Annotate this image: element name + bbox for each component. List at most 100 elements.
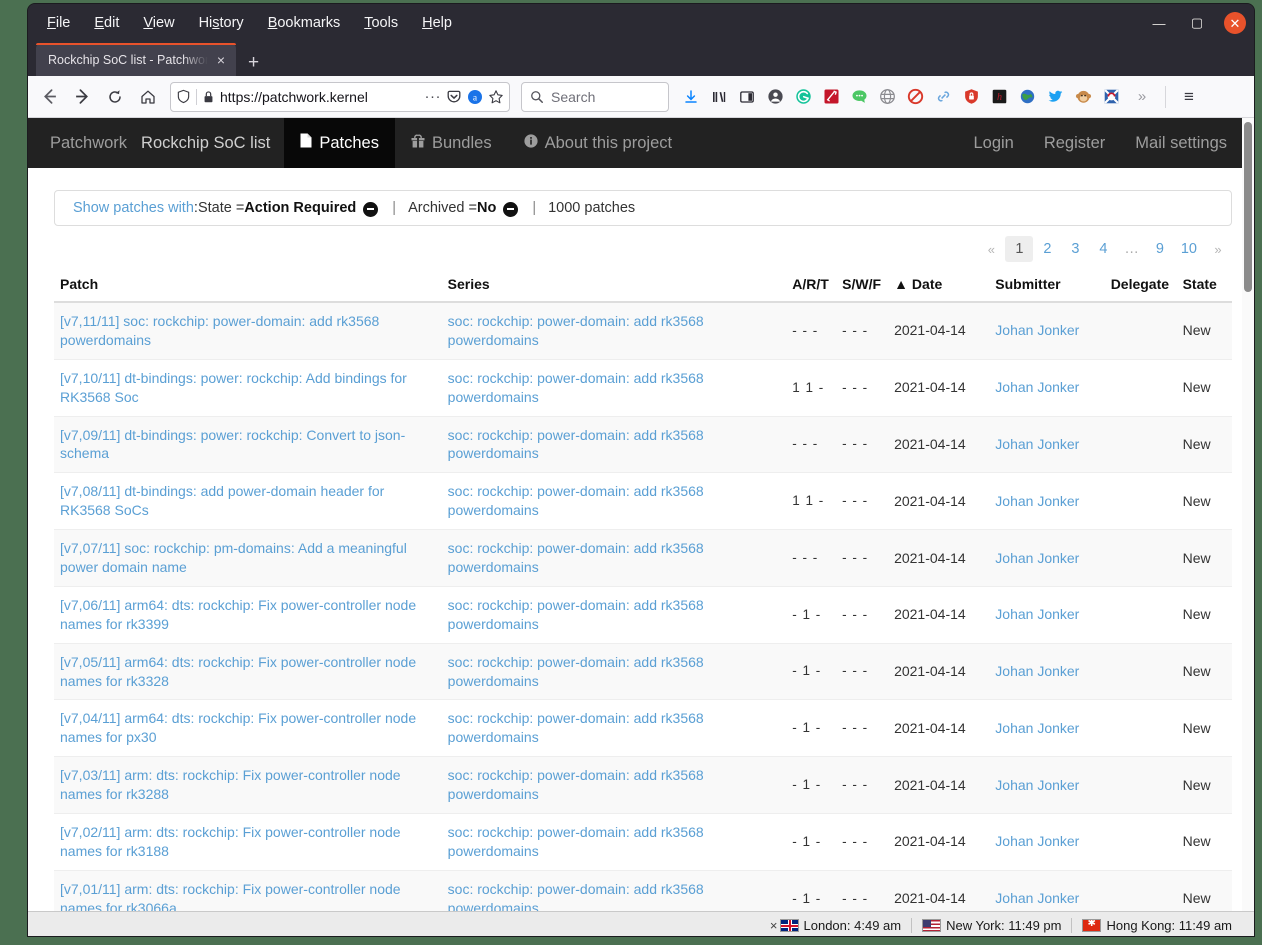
header-state[interactable]: State — [1176, 270, 1232, 303]
tab-close-icon[interactable]: × — [214, 53, 228, 67]
grammarly-icon[interactable] — [790, 84, 816, 110]
header-delegate[interactable]: Delegate — [1104, 270, 1177, 303]
header-submitter[interactable]: Submitter — [989, 270, 1105, 303]
series-link[interactable]: soc: rockchip: power-domain: add rk3568 … — [448, 597, 704, 632]
menu-view[interactable]: View — [132, 11, 185, 35]
patch-link[interactable]: [v7,11/11] soc: rockchip: power-domain: … — [60, 313, 379, 348]
star-icon[interactable] — [488, 89, 504, 105]
header-date[interactable]: ▲ Date — [888, 270, 990, 303]
patch-link[interactable]: [v7,03/11] arm: dts: rockchip: Fix power… — [60, 767, 401, 802]
page-10[interactable]: 10 — [1174, 236, 1204, 262]
library-icon[interactable] — [706, 84, 732, 110]
register-link[interactable]: Register — [1029, 118, 1120, 168]
series-link[interactable]: soc: rockchip: power-domain: add rk3568 … — [448, 427, 704, 462]
mail-settings-link[interactable]: Mail settings — [1120, 118, 1242, 168]
clock-london[interactable]: London: 4:49 am — [779, 918, 912, 933]
url-text[interactable]: https://patchwork.kernel — [220, 89, 420, 105]
submitter-link[interactable]: Johan Jonker — [995, 322, 1079, 338]
menu-tools[interactable]: Tools — [353, 11, 409, 35]
home-icon[interactable] — [133, 82, 163, 112]
page-next[interactable]: » — [1204, 236, 1232, 262]
world-icon[interactable] — [1014, 84, 1040, 110]
hypothesis-icon[interactable]: h — [986, 84, 1012, 110]
pocket-icon[interactable] — [446, 89, 462, 105]
submitter-link[interactable]: Johan Jonker — [995, 379, 1079, 395]
menu-bookmarks[interactable]: Bookmarks — [257, 11, 352, 35]
page-9[interactable]: 9 — [1146, 236, 1174, 262]
sidebar-icon[interactable] — [734, 84, 760, 110]
patch-link[interactable]: [v7,01/11] arm: dts: rockchip: Fix power… — [60, 881, 401, 911]
header-art[interactable]: A/R/T — [786, 270, 837, 303]
tab-patches[interactable]: Patches — [284, 118, 395, 168]
menu-history[interactable]: History — [188, 11, 255, 35]
patch-link[interactable]: [v7,10/11] dt-bindings: power: rockchip:… — [60, 370, 407, 405]
forward-icon[interactable] — [67, 82, 97, 112]
header-series[interactable]: Series — [441, 270, 787, 303]
page-2[interactable]: 2 — [1033, 236, 1061, 262]
url-bar[interactable]: https://patchwork.kernel ··· a — [170, 81, 510, 112]
menu-edit[interactable]: Edit — [83, 11, 130, 35]
series-link[interactable]: soc: rockchip: power-domain: add rk3568 … — [448, 540, 704, 575]
series-link[interactable]: soc: rockchip: power-domain: add rk3568 … — [448, 483, 704, 518]
container-icon[interactable]: a — [467, 89, 483, 105]
maximize-icon[interactable]: ▢ — [1186, 12, 1208, 34]
lock-icon[interactable] — [202, 90, 215, 104]
series-link[interactable]: soc: rockchip: power-domain: add rk3568 … — [448, 881, 704, 911]
shield-icon[interactable] — [176, 89, 191, 104]
blocker-icon[interactable] — [902, 84, 928, 110]
scrollbar-thumb[interactable] — [1244, 122, 1252, 292]
kiwi-icon[interactable] — [1098, 84, 1124, 110]
login-link[interactable]: Login — [958, 118, 1028, 168]
submitter-link[interactable]: Johan Jonker — [995, 550, 1079, 566]
globe-icon[interactable] — [874, 84, 900, 110]
overflow-icon[interactable]: » — [1127, 82, 1157, 112]
series-link[interactable]: soc: rockchip: power-domain: add rk3568 … — [448, 824, 704, 859]
minimize-icon[interactable]: — — [1148, 12, 1170, 34]
submitter-link[interactable]: Johan Jonker — [995, 663, 1079, 679]
patch-link[interactable]: [v7,04/11] arm64: dts: rockchip: Fix pow… — [60, 710, 416, 745]
twitter-icon[interactable] — [1042, 84, 1068, 110]
page-4[interactable]: 4 — [1089, 236, 1117, 262]
patch-link[interactable]: [v7,07/11] soc: rockchip: pm-domains: Ad… — [60, 540, 407, 575]
submitter-link[interactable]: Johan Jonker — [995, 833, 1079, 849]
series-link[interactable]: soc: rockchip: power-domain: add rk3568 … — [448, 654, 704, 689]
series-link[interactable]: soc: rockchip: power-domain: add rk3568 … — [448, 767, 704, 802]
hamburger-menu-icon[interactable]: ≡ — [1174, 82, 1204, 112]
project-link[interactable]: Rockchip SoC list — [141, 118, 284, 168]
series-link[interactable]: soc: rockchip: power-domain: add rk3568 … — [448, 710, 704, 745]
submitter-link[interactable]: Johan Jonker — [995, 436, 1079, 452]
clock-hongkong[interactable]: Hong Kong: 11:49 am — [1071, 918, 1242, 933]
submitter-link[interactable]: Johan Jonker — [995, 493, 1079, 509]
account-icon[interactable] — [762, 84, 788, 110]
menu-help[interactable]: Help — [411, 11, 463, 35]
back-icon[interactable] — [34, 82, 64, 112]
clock-newyork[interactable]: New York: 11:49 pm — [911, 918, 1071, 933]
page-1[interactable]: 1 — [1005, 236, 1034, 262]
patch-link[interactable]: [v7,06/11] arm64: dts: rockchip: Fix pow… — [60, 597, 416, 632]
remove-state-filter-icon[interactable] — [363, 201, 379, 217]
remove-archived-filter-icon[interactable] — [503, 201, 519, 217]
page-prev[interactable]: « — [977, 236, 1005, 262]
show-patches-with-link[interactable]: Show patches with — [73, 200, 194, 216]
tab-bundles[interactable]: Bundles — [395, 118, 508, 168]
link-icon[interactable] — [930, 84, 956, 110]
submitter-link[interactable]: Johan Jonker — [995, 777, 1079, 793]
monkey-icon[interactable] — [1070, 84, 1096, 110]
download-icon[interactable] — [678, 84, 704, 110]
patch-link[interactable]: [v7,05/11] arm64: dts: rockchip: Fix pow… — [60, 654, 416, 689]
reload-icon[interactable] — [100, 82, 130, 112]
series-link[interactable]: soc: rockchip: power-domain: add rk3568 … — [448, 313, 704, 348]
pocket-save-icon[interactable] — [818, 84, 844, 110]
patch-link[interactable]: [v7,09/11] dt-bindings: power: rockchip:… — [60, 427, 405, 462]
menu-file[interactable]: File — [36, 11, 81, 35]
header-patch[interactable]: Patch — [54, 270, 442, 303]
page-3[interactable]: 3 — [1061, 236, 1089, 262]
patch-link[interactable]: [v7,08/11] dt-bindings: add power-domain… — [60, 483, 384, 518]
tab-about[interactable]: About this project — [508, 118, 689, 168]
submitter-link[interactable]: Johan Jonker — [995, 890, 1079, 906]
series-link[interactable]: soc: rockchip: power-domain: add rk3568 … — [448, 370, 704, 405]
patch-link[interactable]: [v7,02/11] arm: dts: rockchip: Fix power… — [60, 824, 401, 859]
brand-link[interactable]: Patchwork — [50, 118, 141, 168]
new-tab-button[interactable]: + — [236, 53, 271, 76]
submitter-link[interactable]: Johan Jonker — [995, 720, 1079, 736]
